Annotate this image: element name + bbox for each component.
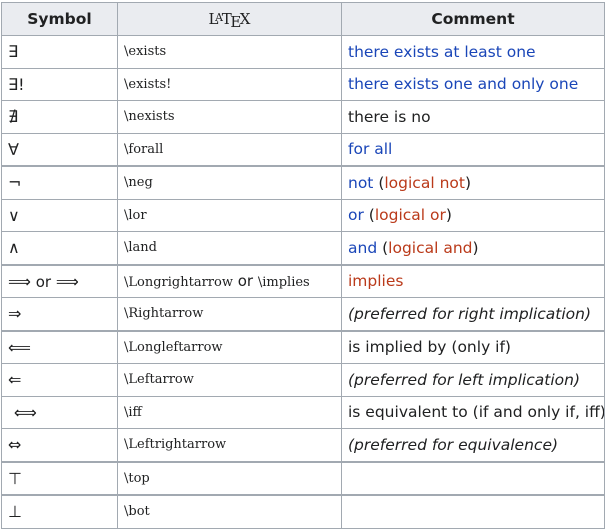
latex-cell: \Leftarrow <box>117 363 342 397</box>
table-row: ⟸ \Longleftarrow is implied by (only if) <box>1 329 605 364</box>
latex-cell: \Longrightarrow or \implies <box>117 263 342 298</box>
table-row: ⟹ or ⟹ \Longrightarrow or \implies impli… <box>1 263 605 298</box>
comment-link[interactable]: for all <box>348 140 392 158</box>
latex-cell: \exists <box>117 35 342 69</box>
latex-cell: \top <box>117 460 342 496</box>
comment-red-link[interactable]: implies <box>348 272 403 290</box>
comment-cell[interactable]: there exists one and only one <box>341 67 605 101</box>
comment-cell: and (logical and) <box>341 231 605 265</box>
logic-symbols-table: Symbol LATEX Comment ∃ \exists there exi… <box>1 2 605 529</box>
comment-cell: (preferred for equivalence) <box>341 428 605 462</box>
symbol-cell: ⊥ <box>1 494 118 529</box>
comment-red-link[interactable]: logical and <box>388 239 472 257</box>
table-row: ⊤ \top <box>1 460 605 496</box>
symbol-cell: ¬ <box>1 165 118 200</box>
comment-red-link[interactable]: logical not <box>384 174 465 192</box>
table-row: ⇐ \Leftarrow (preferred for left implica… <box>1 363 605 397</box>
latex-cell: \nexists <box>117 100 342 134</box>
symbol-cell: ⟺ <box>1 395 118 429</box>
comment-cell[interactable]: implies <box>341 263 605 298</box>
table-row: ¬ \neg not (logical not) <box>1 165 605 200</box>
header-symbol: Symbol <box>1 2 118 36</box>
comment-link[interactable]: and <box>348 239 377 257</box>
table-row: ∀ \forall for all <box>1 132 605 167</box>
symbol-cell: ∨ <box>1 198 118 232</box>
comment-cell: (preferred for right implication) <box>341 297 605 331</box>
table-row: ∨ \lor or (logical or) <box>1 198 605 232</box>
symbol-cell: ⊤ <box>1 460 118 496</box>
latex-cell: \exists! <box>117 67 342 101</box>
latex-cell: \bot <box>117 494 342 529</box>
symbol-cell: ∀ <box>1 132 118 167</box>
table-row: ∃ \exists there exists at least one <box>1 35 605 69</box>
header-comment: Comment <box>341 2 605 36</box>
symbol-cell: ∧ <box>1 231 118 265</box>
comment-cell[interactable]: for all <box>341 132 605 167</box>
comment-link[interactable]: there exists one and only one <box>348 75 578 93</box>
comment-cell <box>341 494 605 529</box>
comment-cell: is implied by (only if) <box>341 329 605 364</box>
table-row: ⊥ \bot <box>1 494 605 529</box>
comment-link[interactable]: or <box>348 206 364 224</box>
header-latex: LATEX <box>117 2 342 36</box>
latex-cell: \Rightarrow <box>117 297 342 331</box>
comment-cell: not (logical not) <box>341 165 605 200</box>
latex-cell: \land <box>117 231 342 265</box>
latex-cell: \neg <box>117 165 342 200</box>
table-row: ⟺ \iff is equivalent to (if and only if,… <box>1 395 605 429</box>
header-row: Symbol LATEX Comment <box>1 2 605 36</box>
comment-cell: (preferred for left implication) <box>341 363 605 397</box>
symbol-cell: ∃ <box>1 35 118 69</box>
comment-cell: or (logical or) <box>341 198 605 232</box>
symbol-cell: ⟸ <box>1 329 118 364</box>
symbol-cell: ⇔ <box>1 428 118 462</box>
symbol-cell: ⟹ or ⟹ <box>1 263 118 298</box>
latex-logo: LATEX <box>208 10 251 32</box>
symbol-cell: ∃! <box>1 67 118 101</box>
latex-cell: \Leftrightarrow <box>117 428 342 462</box>
comment-cell <box>341 460 605 496</box>
table-row: ∄ \nexists there is no <box>1 100 605 134</box>
latex-cell: \Longleftarrow <box>117 329 342 364</box>
symbol-cell: ⇒ <box>1 297 118 331</box>
comment-link[interactable]: not <box>348 174 373 192</box>
comment-link[interactable]: there exists at least one <box>348 43 536 61</box>
latex-cell: \forall <box>117 132 342 167</box>
table-row: ∃! \exists! there exists one and only on… <box>1 67 605 101</box>
table-row: ⇒ \Rightarrow (preferred for right impli… <box>1 297 605 331</box>
symbol-cell: ⇐ <box>1 363 118 397</box>
table-row: ⇔ \Leftrightarrow (preferred for equival… <box>1 428 605 462</box>
comment-red-link[interactable]: logical or <box>375 206 446 224</box>
latex-cell: \iff <box>117 395 342 429</box>
symbol-cell: ∄ <box>1 100 118 134</box>
table-row: ∧ \land and (logical and) <box>1 231 605 265</box>
latex-cell: \lor <box>117 198 342 232</box>
comment-cell: there is no <box>341 100 605 134</box>
comment-cell[interactable]: there exists at least one <box>341 35 605 69</box>
comment-cell: is equivalent to (if and only if, iff) <box>341 395 605 429</box>
